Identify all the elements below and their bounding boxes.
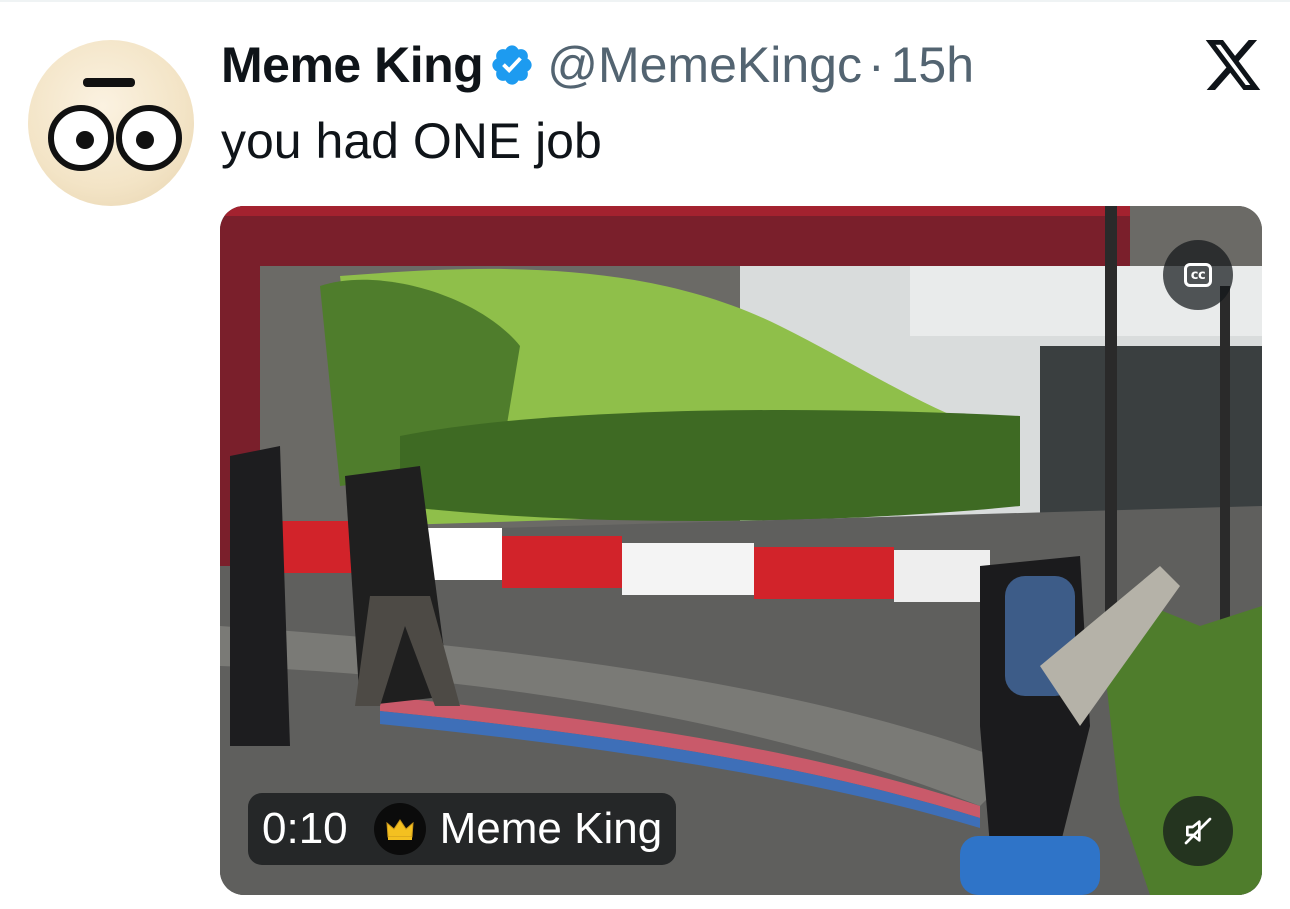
tweet-header: Meme King @MemeKingc · 15h <box>221 34 974 96</box>
closed-captions-icon: cc <box>1184 263 1212 287</box>
source-avatar <box>373 803 426 855</box>
video-player[interactable]: cc 0:10 Meme King <box>220 206 1262 895</box>
x-logo-icon[interactable] <box>1205 40 1261 90</box>
video-duration: 0:10 <box>262 804 348 853</box>
timestamp[interactable]: 15h <box>891 36 974 94</box>
user-handle[interactable]: @MemeKingc <box>547 36 862 94</box>
mute-button[interactable] <box>1163 796 1233 866</box>
crown-icon <box>386 819 414 840</box>
verified-badge-icon <box>492 45 532 85</box>
avatar[interactable] <box>28 40 194 206</box>
top-divider <box>0 0 1290 2</box>
video-info-overlay: 0:10 Meme King <box>248 793 677 865</box>
captions-button[interactable]: cc <box>1163 240 1233 310</box>
wide-eyed-face-icon <box>48 78 182 171</box>
separator-dot: · <box>867 37 885 93</box>
video-still <box>220 206 1262 895</box>
display-name[interactable]: Meme King <box>221 36 484 94</box>
tweet-text: you had ONE job <box>221 113 602 169</box>
video-frame <box>220 206 1262 895</box>
muted-speaker-icon <box>1184 817 1212 845</box>
video-source-name[interactable]: Meme King <box>440 804 663 854</box>
